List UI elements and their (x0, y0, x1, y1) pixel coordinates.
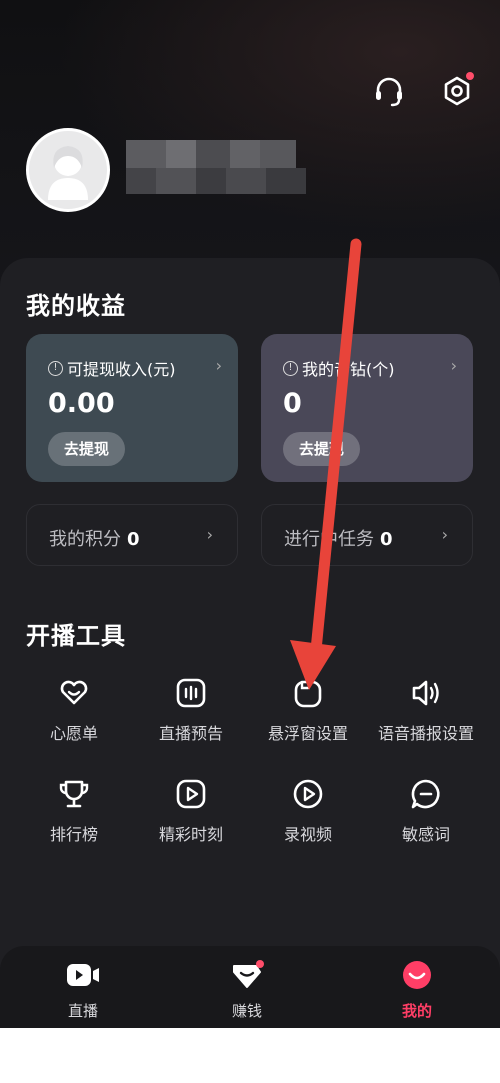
tool-label: 语音播报设置 (377, 724, 474, 743)
tool-voice-broadcast-settings[interactable]: 语音播报设置 (366, 676, 486, 744)
chevron-right-icon: › (450, 356, 457, 375)
tool-floating-window-settings[interactable]: 悬浮窗设置 (248, 676, 368, 744)
tab-label: 赚钱 (231, 1002, 262, 1020)
tab-live[interactable]: 直播 (38, 960, 128, 1021)
trophy-icon (59, 780, 89, 808)
floating-window-icon (294, 680, 322, 708)
tab-me[interactable]: 我的 (372, 960, 462, 1021)
points-label: 我的积分 0 (49, 525, 140, 551)
diamonds-value: 0 (283, 388, 302, 419)
tools-title: 开播工具 (26, 622, 126, 650)
chevron-right-icon: › (206, 525, 213, 544)
info-icon: ! (48, 360, 63, 376)
tasks-label-text: 进行中任务 (284, 529, 374, 550)
tool-label: 直播预告 (158, 724, 223, 743)
tool-record-video[interactable]: 录视频 (248, 777, 368, 845)
tool-live-preview[interactable]: 直播预告 (131, 676, 251, 744)
header-actions (370, 72, 476, 110)
withdrawable-income-value: 0.00 (48, 388, 115, 419)
withdrawable-label-text: 可提现收入(元) (67, 360, 176, 379)
heart-icon (60, 680, 88, 705)
settings-badge-dot (466, 72, 474, 80)
preview-icon (176, 678, 206, 708)
earn-icon (233, 960, 264, 988)
tab-label: 直播 (67, 1002, 98, 1020)
tool-highlights[interactable]: 精彩时刻 (131, 777, 251, 845)
points-value: 0 (127, 529, 140, 550)
diamonds-card[interactable]: ! 我的音钻(个) › 0 去提现 (261, 334, 473, 482)
app-screen: 我的收益 ! 可提现收入(元) › 0.00 去提现 ! 我的音钻(个) › 0… (0, 0, 500, 1028)
points-label-text: 我的积分 (49, 529, 121, 550)
points-card[interactable]: 我的积分 0 › (26, 504, 238, 566)
chat-icon (411, 779, 440, 809)
tool-label: 敏感词 (401, 825, 450, 844)
tool-label: 录视频 (283, 825, 332, 844)
username-pixelated (126, 134, 326, 198)
withdraw-diamonds-button[interactable]: 去提现 (283, 432, 361, 466)
tab-label: 我的 (401, 1002, 432, 1020)
avatar[interactable] (26, 128, 110, 212)
tool-label: 精彩时刻 (158, 825, 223, 844)
diamonds-label-text: 我的音钻(个) (302, 360, 395, 379)
withdrawable-income-label: ! 可提现收入(元) (48, 356, 176, 380)
settings-icon[interactable] (438, 72, 476, 110)
earnings-title: 我的收益 (26, 292, 126, 320)
tasks-label: 进行中任务 0 (284, 525, 393, 551)
live-icon (67, 964, 99, 986)
tool-sensitive-words[interactable]: 敏感词 (366, 777, 486, 845)
profile-header[interactable] (26, 128, 306, 212)
speaker-icon (412, 680, 439, 706)
tool-label: 悬浮窗设置 (267, 724, 348, 743)
tool-label: 排行榜 (49, 825, 98, 844)
tool-wishlist[interactable]: 心愿单 (14, 676, 134, 744)
bottom-tab-bar: 直播 赚钱 我的 (0, 946, 500, 1028)
headset-icon[interactable] (370, 72, 408, 110)
diamonds-label: ! 我的音钻(个) (283, 356, 395, 380)
tasks-value: 0 (380, 529, 393, 550)
tool-label: 心愿单 (49, 724, 98, 743)
info-icon: ! (283, 360, 298, 376)
me-icon (403, 961, 431, 989)
tab-earn[interactable]: 赚钱 (202, 960, 292, 1021)
chevron-right-icon: › (441, 525, 448, 544)
tasks-card[interactable]: 进行中任务 0 › (261, 504, 473, 566)
record-video-icon (293, 779, 323, 809)
withdraw-button[interactable]: 去提现 (48, 432, 126, 466)
withdrawable-income-card[interactable]: ! 可提现收入(元) › 0.00 去提现 (26, 334, 238, 482)
highlight-icon (176, 779, 206, 809)
tool-leaderboard[interactable]: 排行榜 (14, 777, 134, 845)
chevron-right-icon: › (215, 356, 222, 375)
